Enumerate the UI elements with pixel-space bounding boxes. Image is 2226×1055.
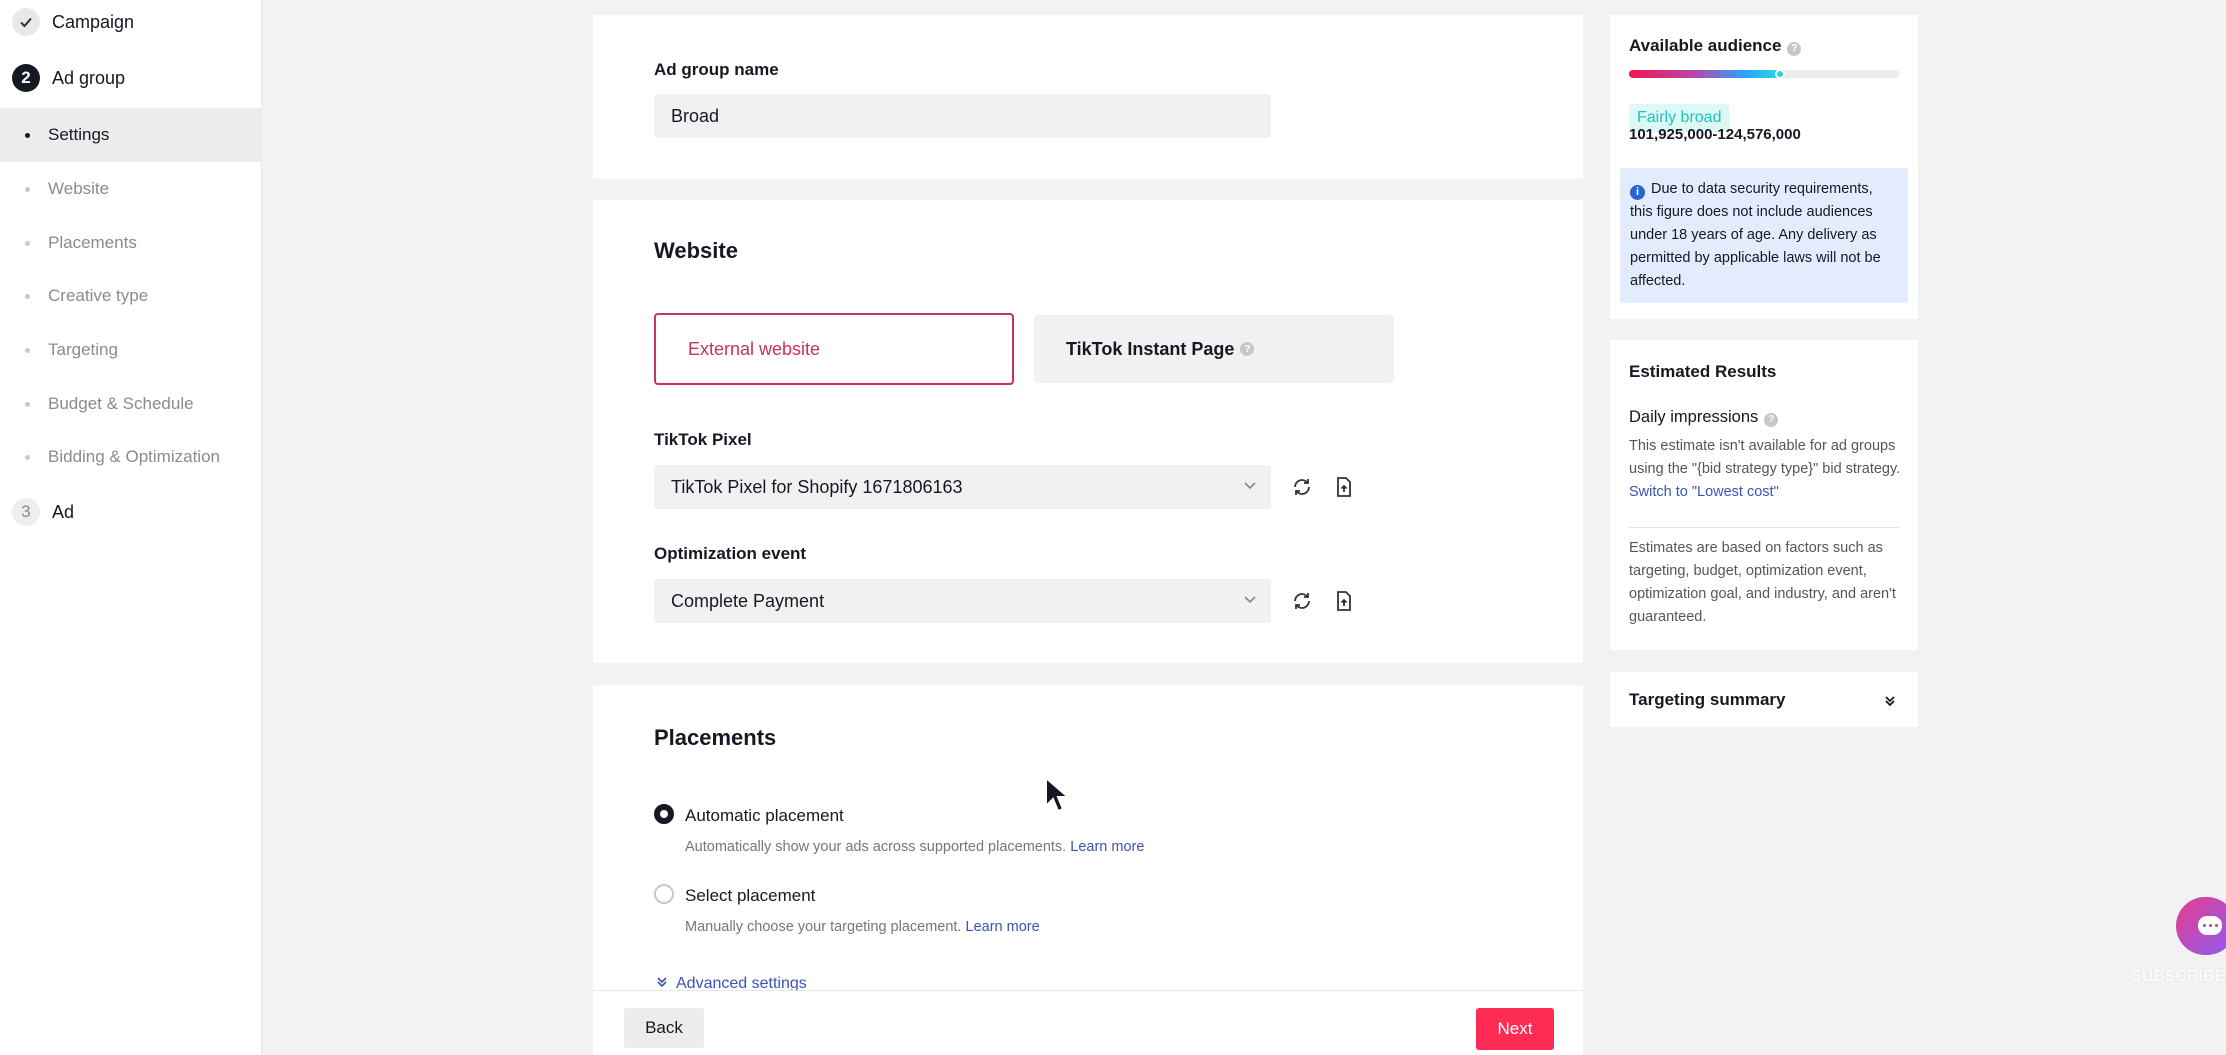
automatic-placement-radio[interactable] [654,804,674,824]
data-security-info: i Due to data security requirements, this… [1620,168,1908,303]
external-website-label: External website [688,338,821,359]
daily-impressions-label: Daily impressions? [1629,408,1779,427]
placements-title: Placements [654,725,777,750]
check-icon [12,8,40,36]
step-number: 2 [12,64,40,92]
bullet [25,347,30,353]
external-website-option[interactable]: External website [654,313,1014,385]
double-chevron-down-icon[interactable] [1884,694,1896,712]
automatic-placement-label[interactable]: Automatic placement [685,806,844,826]
bullet [25,454,30,460]
tiktok-instant-page-option[interactable]: TikTok Instant Page ? [1034,315,1394,383]
substep-label: Settings [48,125,110,144]
step-ad-group[interactable]: 2 Ad group [12,64,125,92]
step-campaign[interactable]: Campaign [12,8,134,36]
substep-placements[interactable]: Placements [0,216,262,270]
footer-bar: Back Next [593,990,1583,1055]
ad-group-name-label: Ad group name [654,60,779,79]
available-audience-label: Available audience [1629,36,1782,55]
help-icon[interactable]: ? [1764,412,1779,427]
select-placement-radio[interactable] [654,884,674,904]
optimization-event-select[interactable]: Complete Payment [654,579,1271,623]
placements-card: Placements Automatic placement Automatic… [593,685,1583,992]
learn-more-link[interactable]: Learn more [966,919,1040,935]
back-button[interactable]: Back [624,1008,704,1048]
divider [1629,527,1899,528]
step-ad[interactable]: 3 Ad [12,498,74,526]
bullet [25,293,30,299]
tiktok-pixel-select[interactable]: TikTok Pixel for Shopify 1671806163 [654,465,1271,509]
substep-targeting[interactable]: Targeting [0,323,262,377]
refresh-icon[interactable] [1288,473,1316,501]
bullet [25,240,30,246]
estimate-note-text: This estimate isn't available for ad gro… [1629,438,1901,477]
select-placement-desc: Manually choose your targeting placement… [685,919,1040,935]
tiktok-pixel-label: TikTok Pixel [654,430,752,449]
audience-range: 101,925,000-124,576,000 [1629,126,1801,143]
info-icon: i [1630,185,1645,200]
cursor-icon [1044,775,1071,819]
pixel-value: TikTok Pixel for Shopify 1671806163 [671,476,963,497]
substep-settings[interactable]: Settings [0,108,262,162]
chevron-down-icon [1243,477,1257,493]
help-icon[interactable]: ? [1787,41,1802,56]
substep-creative-type[interactable]: Creative type [0,269,262,323]
impressions-label-text: Daily impressions [1629,408,1759,426]
sidebar: Campaign 2 Ad group Settings Website Pla… [0,0,262,1055]
website-title: Website [654,238,738,263]
website-card: Website External website TikTok Instant … [593,200,1583,663]
next-button[interactable]: Next [1476,1008,1554,1050]
ad-group-name-card: Ad group name Broad [593,15,1583,179]
step-label: Ad group [52,67,126,88]
estimated-results-title: Estimated Results [1629,362,1777,381]
audience-breadth-indicator [1775,69,1786,79]
auto-desc-text: Automatically show your ads across suppo… [685,839,1067,855]
available-audience-title: Available audience? [1629,36,1802,56]
file-upload-icon[interactable] [1330,473,1358,501]
step-label: Ad [52,501,75,522]
targeting-summary-title: Targeting summary [1629,690,1786,709]
help-icon[interactable]: ? [1240,342,1255,356]
audience-breadth-fill [1629,70,1781,78]
available-audience-card: Available audience? Fairly broad 101,925… [1610,15,1918,319]
ad-group-name-input[interactable]: Broad [654,94,1271,138]
instant-page-label: TikTok Instant Page [1066,338,1235,359]
substep-label: Website [48,179,110,198]
substep-label: Targeting [48,340,118,359]
automatic-placement-desc: Automatically show your ads across suppo… [685,839,1144,855]
substep-bidding-optimization[interactable]: Bidding & Optimization [0,430,262,484]
bullet [25,401,30,407]
chat-icon [2198,916,2222,935]
substep-label: Creative type [48,286,149,305]
info-text: Due to data security requirements, this … [1630,181,1881,289]
learn-more-link[interactable]: Learn more [1070,839,1144,855]
step-number: 3 [12,498,40,526]
event-value: Complete Payment [671,590,825,611]
substep-label: Bidding & Optimization [48,447,220,466]
chevron-down-icon [1243,591,1257,607]
substep-website[interactable]: Website [0,162,262,216]
bullet [25,186,30,192]
switch-lowest-cost-link[interactable]: Switch to "Lowest cost" [1629,484,1779,500]
refresh-icon[interactable] [1288,587,1316,615]
substep-label: Placements [48,233,137,252]
optimization-event-label: Optimization event [654,544,807,563]
substep-label: Budget & Schedule [48,394,194,413]
substep-budget-schedule[interactable]: Budget & Schedule [0,377,262,431]
file-upload-icon[interactable] [1330,587,1358,615]
select-desc-text: Manually choose your targeting placement… [685,919,962,935]
estimate-disclaimer: Estimates are based on factors such as t… [1629,540,1896,625]
step-label: Campaign [52,11,135,32]
subscribe-watermark: SUBSCRIBE [2131,968,2226,985]
targeting-summary-card[interactable]: Targeting summary [1610,672,1918,727]
estimate-note: This estimate isn't available for ad gro… [1629,435,1901,504]
chat-button[interactable] [2176,897,2226,955]
bullet [25,132,30,138]
estimated-results-card: Estimated Results Daily impressions? Thi… [1610,340,1918,650]
audience-breadth-bar [1629,69,1899,79]
select-placement-label[interactable]: Select placement [685,886,815,906]
